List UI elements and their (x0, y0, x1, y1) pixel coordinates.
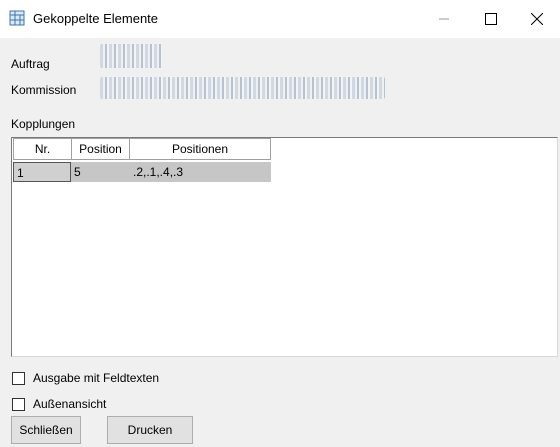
cell-position[interactable]: 5 (71, 162, 130, 182)
title-bar: Gekoppelte Elemente (0, 0, 560, 38)
minimize-icon (439, 18, 449, 20)
close-button[interactable]: Schließen (11, 416, 81, 444)
print-button[interactable]: Drucken (107, 416, 193, 444)
minimize-button[interactable] (421, 0, 467, 38)
cell-nr[interactable]: 1 (13, 162, 71, 182)
column-header-nr[interactable]: Nr. (13, 138, 72, 160)
kopplungen-label: Kopplungen (11, 117, 76, 131)
aussenansicht-checkbox[interactable] (12, 397, 25, 411)
grid-window-icon (9, 10, 25, 26)
auftrag-value-redacted (100, 44, 162, 68)
maximize-button[interactable] (468, 0, 514, 38)
ausgabe-checkbox-row[interactable]: Ausgabe mit Feldtexten (12, 370, 159, 386)
kommission-value-redacted (100, 77, 385, 99)
close-window-button[interactable] (514, 0, 560, 38)
auftrag-label: Auftrag (11, 57, 50, 71)
maximize-icon (485, 13, 497, 25)
close-icon (531, 13, 543, 25)
cell-positionen[interactable]: .2,.1,.4,.3 (130, 162, 271, 182)
kopplungen-grid[interactable]: Nr. Position Positionen 1 5 .2,.1,.4,.3 (11, 137, 558, 357)
aussenansicht-label: Außenansicht (33, 397, 107, 411)
window-title: Gekoppelte Elemente (33, 11, 159, 26)
column-header-positionen[interactable]: Positionen (129, 138, 271, 160)
kommission-label: Kommission (11, 83, 77, 97)
aussenansicht-checkbox-row[interactable]: Außenansicht (12, 396, 106, 412)
ausgabe-label: Ausgabe mit Feldtexten (33, 371, 160, 385)
column-header-position[interactable]: Position (71, 138, 130, 160)
ausgabe-checkbox[interactable] (12, 371, 25, 385)
